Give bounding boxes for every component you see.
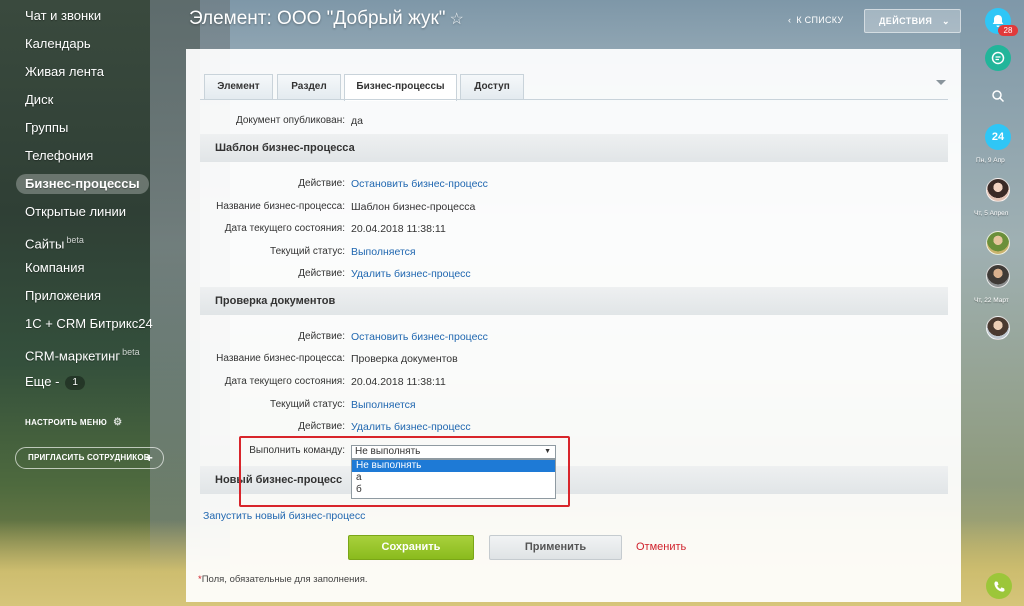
search-icon[interactable] bbox=[985, 83, 1011, 109]
invite-employees-button[interactable]: ПРИГЛАСИТЬ СОТРУДНИКОВ + bbox=[15, 447, 164, 469]
stop-process-link[interactable]: Остановить бизнес-процесс bbox=[351, 178, 488, 190]
menu-item-company[interactable]: Компания bbox=[16, 258, 94, 278]
actions-button[interactable]: ДЕЙСТВИЯ ⌄ bbox=[864, 9, 961, 33]
required-fields-note: *Поля, обязательные для заполнения. bbox=[198, 574, 368, 585]
row-label: Действие: bbox=[298, 331, 345, 342]
beta-label: beta bbox=[122, 347, 140, 357]
tab-element[interactable]: Элемент bbox=[204, 74, 273, 100]
avatar[interactable] bbox=[986, 231, 1010, 255]
published-value: да bbox=[351, 115, 363, 127]
row-label: Текущий статус: bbox=[270, 246, 345, 257]
tab-access[interactable]: Доступ bbox=[460, 74, 524, 100]
delete-process-link[interactable]: Удалить бизнес-процесс bbox=[351, 268, 471, 280]
gear-icon: ⚙ bbox=[113, 417, 123, 428]
section-template-header: Шаблон бизнес-процесса bbox=[200, 134, 948, 162]
avatar[interactable] bbox=[986, 264, 1010, 288]
more-count-badge: 1 bbox=[65, 376, 85, 390]
beta-label: beta bbox=[66, 235, 84, 245]
section-doc-check-header: Проверка документов bbox=[200, 287, 948, 315]
to-list-link[interactable]: ‹ К СПИСКУ bbox=[788, 15, 843, 25]
notifications-badge: 28 bbox=[998, 25, 1018, 36]
highlight-frame bbox=[239, 436, 570, 507]
process-name-value: Проверка документов bbox=[351, 353, 458, 365]
menu-item-chat[interactable]: Чат и звонки bbox=[16, 6, 110, 26]
phone-icon[interactable] bbox=[986, 573, 1012, 599]
stop-process-link[interactable]: Остановить бизнес-процесс bbox=[351, 331, 488, 343]
cancel-link[interactable]: Отменить bbox=[636, 541, 686, 553]
row-label: Дата текущего состояния: bbox=[224, 223, 345, 234]
status-link[interactable]: Выполняется bbox=[351, 399, 416, 411]
avatar[interactable] bbox=[986, 178, 1010, 202]
tab-divider bbox=[200, 99, 948, 100]
row-label: Название бизнес-процесса: bbox=[216, 201, 345, 212]
status-link[interactable]: Выполняется bbox=[351, 246, 416, 258]
menu-item-business-processes[interactable]: Бизнес-процессы bbox=[16, 174, 149, 194]
chat-icon[interactable] bbox=[985, 45, 1011, 71]
right-sidebar: 24 Пн, 9 Апр Чт, 5 Апрел Чт, 22 Март bbox=[972, 0, 1024, 606]
menu-item-calendar[interactable]: Календарь bbox=[16, 34, 100, 54]
tab-section[interactable]: Раздел bbox=[277, 74, 341, 100]
calendar-icon[interactable]: 24 bbox=[985, 124, 1011, 150]
row-label: Действие: bbox=[298, 421, 345, 432]
avatar[interactable] bbox=[986, 316, 1010, 340]
menu-item-feed[interactable]: Живая лента bbox=[16, 62, 113, 82]
date-label: Пн, 9 Апр bbox=[976, 157, 1005, 164]
process-name-value: Шаблон бизнес-процесса bbox=[351, 201, 476, 213]
menu-item-open-lines[interactable]: Открытые линии bbox=[16, 202, 135, 222]
tab-business-processes[interactable]: Бизнес-процессы bbox=[344, 74, 457, 101]
menu-item-more[interactable]: Еще -1 bbox=[16, 372, 94, 392]
configure-menu-link[interactable]: НАСТРОИТЬ МЕНЮ ⚙ bbox=[25, 416, 122, 430]
star-icon[interactable]: ☆ bbox=[450, 11, 464, 28]
collapse-caret-icon[interactable] bbox=[936, 80, 946, 85]
menu-item-disk[interactable]: Диск bbox=[16, 90, 62, 110]
menu-item-sites[interactable]: Сайты beta bbox=[16, 230, 93, 251]
menu-item-1c-crm[interactable]: 1С + CRM Битрикс24 bbox=[16, 314, 162, 334]
date-label: Чт, 5 Апрел bbox=[974, 210, 1009, 217]
published-label: Документ опубликован: bbox=[235, 115, 345, 126]
menu-item-groups[interactable]: Группы bbox=[16, 118, 77, 138]
chevron-left-icon: ‹ bbox=[788, 15, 792, 25]
save-button[interactable]: Сохранить bbox=[348, 535, 474, 560]
left-menu: Чат и звонки Календарь Живая лента Диск … bbox=[0, 0, 185, 606]
state-date-value: 20.04.2018 11:38:11 bbox=[351, 376, 446, 388]
delete-process-link[interactable]: Удалить бизнес-процесс bbox=[351, 421, 471, 433]
page-title: Элемент: ООО "Добрый жук" ☆ bbox=[189, 8, 464, 29]
apply-button[interactable]: Применить bbox=[489, 535, 622, 560]
row-label: Действие: bbox=[298, 268, 345, 279]
row-label: Текущий статус: bbox=[270, 399, 345, 410]
row-label: Название бизнес-процесса: bbox=[216, 353, 345, 364]
chevron-down-icon: ⌄ bbox=[942, 16, 950, 26]
row-label: Действие: bbox=[298, 178, 345, 189]
state-date-value: 20.04.2018 11:38:11 bbox=[351, 223, 446, 235]
menu-item-apps[interactable]: Приложения bbox=[16, 286, 110, 306]
date-label: Чт, 22 Март bbox=[974, 297, 1009, 304]
start-new-process-link[interactable]: Запустить новый бизнес-процесс bbox=[203, 510, 365, 522]
row-label: Дата текущего состояния: bbox=[224, 376, 345, 387]
menu-item-crm-marketing[interactable]: CRM-маркетинг beta bbox=[16, 342, 149, 363]
plus-icon: + bbox=[145, 451, 153, 465]
menu-item-telephony[interactable]: Телефония bbox=[16, 146, 102, 166]
